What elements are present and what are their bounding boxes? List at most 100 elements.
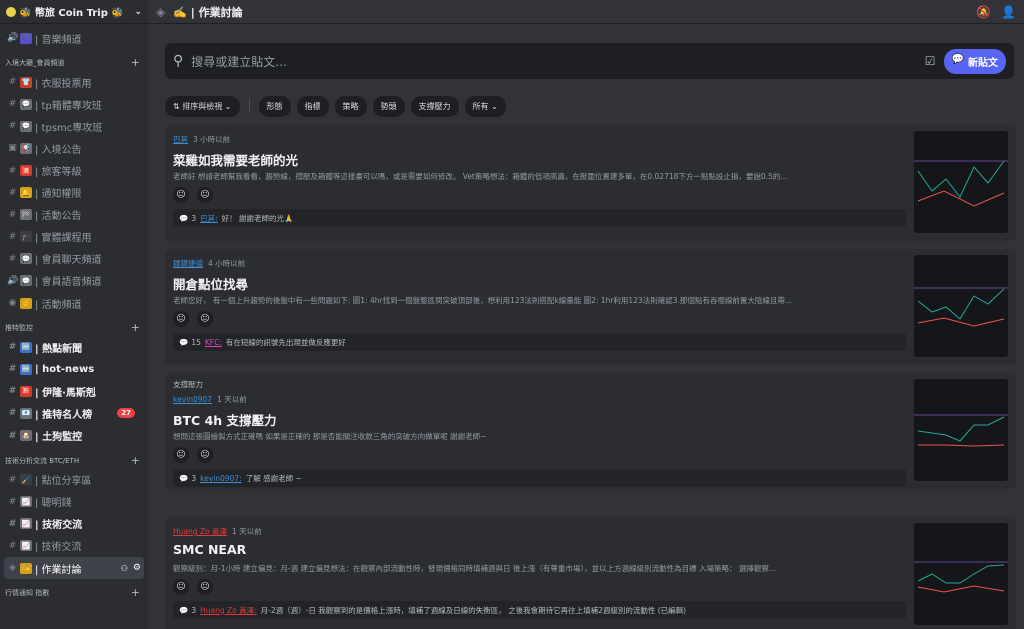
channel-emoji-icon: 🆕 [20,341,32,353]
add-reaction-icon[interactable]: 😐 [197,579,213,595]
tag-filter-pattern[interactable]: 形態 [258,95,291,117]
sidebar-channel-item[interactable]: 🔊 🎵 | 音樂頻道 [4,27,144,49]
post-author[interactable]: Huang Zo 黃澤 [173,527,227,536]
sidebar-channel-item[interactable]: # 🆕 | hot-news [4,358,144,380]
announcement-icon: ▣ [8,143,17,154]
post-thumbnail[interactable] [914,255,1008,357]
sidebar-channel-item[interactable]: # 🖌️ | 點位分享區 [4,469,144,491]
post-thumbnail[interactable] [914,379,1008,481]
post-last-reply[interactable]: 💬 3 巴其: 好！ 謝謝老師的光🙏 [173,209,906,227]
channel-emoji-icon: 🐶 [20,430,32,442]
channel-emoji-icon: 💬 [20,275,32,287]
post-title[interactable]: BTC 4h 支撐壓力 [173,410,277,429]
post-author[interactable]: kevin0907 [173,395,212,404]
reaction-emoji[interactable]: 😐 [173,579,189,595]
sort-label: 排序與檢視 [182,101,223,111]
sidebar-channel-item[interactable]: # 🎓 | 實體課程用 [4,226,144,248]
channel-emoji-icon: ✍️ [20,562,32,574]
sidebar-channel-item[interactable]: # 🏁 | 活動公告 [4,204,144,226]
reaction-emoji[interactable]: 😐 [173,187,189,203]
sidebar-channel-item[interactable]: ▣ 📢 | 入境公告 [4,137,144,159]
post-author[interactable]: 巴其 [173,135,188,144]
notification-off-icon[interactable]: 🔕 [976,5,991,19]
post-title[interactable]: 開倉點位找尋 [173,274,248,293]
plus-icon[interactable]: + [131,587,140,598]
sidebar-channel-item[interactable]: # 🈵 | 旅客等級 [4,159,144,181]
reply-author[interactable]: KFC: [205,338,222,347]
sidebar-channel-item[interactable]: 🔊 💬 | 會員語音頻道 [4,270,144,292]
hash-icon: # [8,342,17,353]
channel-sidebar: 🐝 幣旅 Coin Trip 🐝 ⌄ 🔊 🎵 | 音樂頻道 入境大廳_會員頻道 + # 👕 |… [0,0,148,629]
sidebar-channel-item[interactable]: # 🆕 | 熱點新聞 [4,336,144,358]
reply-author[interactable]: Huang Zo 黃澤: [200,605,257,616]
category-members[interactable]: 入境大廳_會員頻道 + [0,49,148,71]
channel-emoji-icon: 🆕 [20,363,32,375]
reaction-emoji[interactable]: 😐 [173,311,189,327]
sidebar-channel-item[interactable]: # 📈 | 技術交流 [4,513,144,535]
sidebar-channel-item[interactable]: # 💬 | 會員聊天頻道 [4,248,144,270]
sidebar-channel-item[interactable]: ◈ ✍️ | 作業討論 ⚇ ⚙ [4,556,144,580]
tag-filter-indicator[interactable]: 指標 [296,95,329,117]
search-bar[interactable]: ⚲ 搜尋或建立貼文... ☑ 💬 新貼文 [165,43,1014,79]
channel-emoji-icon: 📢 [20,142,32,154]
forum-post-card[interactable]: 支撐壓力 kevin0907 1 天以前 BTC 4h 支撐壓力 想問這張圖繪製方… [165,373,1016,489]
add-reaction-icon[interactable]: 😐 [197,447,213,463]
sidebar-channel-item[interactable]: # 🐶 | 土狗監控 [4,425,144,447]
post-last-reply[interactable]: 💬 15 KFC: 有在短線的訊號先出現並做反應更好 [173,333,906,351]
post-author[interactable]: 鏢鏢捷德 [173,259,203,268]
tag-filter-all[interactable]: 所有 ⌄ [464,95,506,117]
settings-icon[interactable]: ⚙ [133,563,141,573]
category-ta[interactable]: 技術分析交流 BTC/ETH + [0,447,148,469]
reaction-emoji[interactable]: 😐 [173,447,189,463]
checkbox-icon[interactable]: ☑ [925,54,936,68]
plus-icon[interactable]: + [131,455,140,466]
channel-name: | 點位分享區 [35,476,92,488]
tag-filter-strategy[interactable]: 策略 [334,95,367,117]
new-post-button[interactable]: 💬 新貼文 [943,48,1006,74]
member-list-icon[interactable]: 👤 [1001,5,1016,19]
channel-emoji-icon: 🔔 [20,187,32,199]
category-market[interactable]: 行情通知 指數 + [0,579,148,601]
sidebar-channel-item[interactable]: # 💬 | tp箱體專攻班 [4,93,144,115]
category-twitter[interactable]: 推特監控 + [0,314,148,336]
reply-author[interactable]: kevin0907: [200,474,242,483]
hash-icon: # [8,496,17,507]
sidebar-channel-item[interactable]: # 👕 | 衣服投票用 [4,71,144,93]
tag-filter-support[interactable]: 支撐壓力 [410,95,459,117]
server-header[interactable]: 🐝 幣旅 Coin Trip 🐝 ⌄ [0,0,148,24]
search-input[interactable]: 搜尋或建立貼文... [191,53,925,70]
forum-post-card[interactable]: Huang Zo 黃澤 1 天以前 SMC NEAR 觀察級別：月-1小時 建立偏… [165,517,1016,629]
forum-post-card[interactable]: 鏢鏢捷德 4 小時以前 開倉點位找尋 老師您好， 有一個上升趨勢的後盤中有一些問題… [165,249,1016,365]
channel-name: | 入境公告 [35,144,82,156]
sidebar-channel-item[interactable]: # 📈 | 技術交流 [4,535,144,557]
post-thumbnail[interactable] [914,523,1008,625]
forum-post-card[interactable]: 巴其 3 小時以前 菜雞如我需要老師的光 老師好 想請老師幫我看看，趨勢線，撐壓及… [165,125,1016,241]
post-title[interactable]: SMC NEAR [173,542,246,557]
chevron-down-icon[interactable]: ⌄ [134,7,142,17]
post-last-reply[interactable]: 💬 3 kevin0907: 了解 感謝老師 ~ [173,469,906,487]
reply-author[interactable]: 巴其: [200,213,218,224]
tag-filter-momentum[interactable]: 勢頭 [372,95,405,117]
plus-icon[interactable]: + [131,57,140,68]
post-last-reply[interactable]: 💬 3 Huang Zo 黃澤: 月-2週（週）-日 我觀察到的是價格上漲時，填補了週… [173,601,906,619]
plus-icon[interactable]: + [131,322,140,333]
channel-name: | 推特名人榜 [35,409,93,421]
sidebar-channel-item[interactable]: # 💬 | tpsmc專攻班 [4,115,144,137]
sidebar-channel-item[interactable]: ◉ ✌️ | 活動頻道 [4,292,144,314]
channel-name: | 伊隆·馬斯剋 [35,387,96,399]
sidebar-channel-item[interactable]: # 📧 | 推特名人榜 27 [4,402,144,424]
sort-view-button[interactable]: ⇅ 排序與檢視 ⌄ [165,95,240,117]
sidebar-channel-item[interactable]: # 📈 | 聰明錢 [4,491,144,513]
add-reaction-icon[interactable]: 😐 [197,311,213,327]
post-title[interactable]: 菜雞如我需要老師的光 [173,150,298,169]
post-time: 1 天以前 [217,395,247,404]
sidebar-channel-item[interactable]: # 🈹 | 伊隆·馬斯剋 [4,380,144,402]
add-member-icon[interactable]: ⚇ [121,564,128,573]
post-thumbnail[interactable] [914,131,1008,233]
hash-icon: # [8,518,17,529]
channel-name: | tpsmc專攻班 [35,122,103,134]
add-reaction-icon[interactable]: 😐 [197,187,213,203]
sort-icon: ⇅ [173,101,183,111]
sidebar-channel-item[interactable]: # 🔔 | 通知權限 [4,182,144,204]
post-time: 1 天以前 [232,527,262,536]
